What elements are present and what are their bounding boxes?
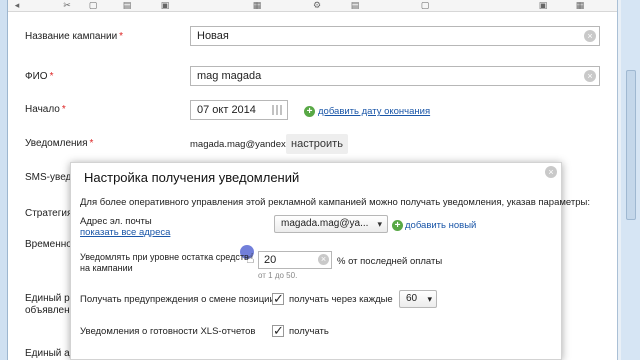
email-select-value: magada.mag@ya...: [281, 218, 369, 229]
window-right-edge: [617, 0, 621, 360]
popup-title: Настройка получения уведомлений: [84, 170, 300, 185]
toolbar-tool-icon[interactable]: ▣: [538, 0, 548, 10]
threshold-label-line2: на кампании: [80, 263, 133, 273]
start-label: Начало *: [25, 104, 66, 115]
start-date-value: 07 окт 2014: [197, 104, 256, 116]
cut-icon[interactable]: ✂: [62, 0, 72, 10]
popup-intro: Для более оперативного управления этой р…: [80, 197, 590, 208]
notification-email: magada.mag@yandex.ru: [190, 139, 297, 150]
notifications-label: Уведомления *: [25, 138, 94, 149]
chevron-down-icon: ▾: [427, 294, 432, 304]
clear-icon[interactable]: ×: [584, 70, 596, 82]
copy-icon[interactable]: ▢: [88, 0, 98, 10]
window-left-border: [0, 0, 8, 360]
required-marker: *: [119, 31, 124, 42]
toolbar-tool-icon[interactable]: ▣: [160, 0, 170, 10]
campaign-name-input[interactable]: Новая: [190, 26, 600, 46]
chevron-down-icon: ▾: [377, 219, 382, 229]
threshold-value: 20: [264, 254, 277, 266]
required-marker: *: [61, 104, 66, 115]
paste-icon[interactable]: ▤: [122, 0, 132, 10]
email-select[interactable]: magada.mag@ya... ▾: [274, 215, 388, 233]
position-interval-value: 60: [406, 293, 418, 304]
position-checkbox[interactable]: ✓: [272, 291, 284, 306]
plus-icon[interactable]: +: [392, 220, 403, 231]
position-warning-label: Получать предупреждения о смене позиции: [80, 294, 275, 305]
threshold-label: Уведомлять при уровне остатка средств: [80, 252, 249, 262]
add-end-date-link[interactable]: добавить дату окончания: [318, 106, 430, 117]
toolbar-tool-icon[interactable]: ▦: [575, 0, 585, 10]
close-icon[interactable]: ×: [545, 166, 557, 178]
required-marker: *: [49, 71, 54, 82]
clear-icon[interactable]: ×: [318, 254, 329, 265]
toolbar-tool-icon[interactable]: ▢: [420, 0, 430, 10]
xls-reports-label: Уведомления о готовности XLS-отчетов: [80, 326, 256, 337]
toolbar-tool-icon[interactable]: ▤: [350, 0, 360, 10]
xls-checkbox[interactable]: ✓: [272, 323, 284, 338]
calendar-icon[interactable]: [272, 105, 284, 115]
plus-icon[interactable]: +: [304, 106, 315, 117]
clear-icon[interactable]: ×: [584, 30, 596, 42]
fio-value: mag magada: [197, 70, 262, 82]
position-interval-select[interactable]: 60 ▾: [399, 290, 437, 308]
threshold-suffix: % от последней оплаты: [337, 256, 443, 267]
threshold-hint: от 1 до 50.: [258, 271, 298, 280]
xls-checkbox-label: получать: [289, 326, 329, 337]
add-new-email-link[interactable]: добавить новый: [405, 220, 476, 231]
toolbar-tool-icon[interactable]: ▦: [252, 0, 262, 10]
email-address-label: Адрес эл. почты: [80, 216, 152, 227]
required-marker: *: [89, 138, 94, 149]
checkmark-icon: ✓: [273, 323, 284, 338]
campaign-name-label: Название кампании *: [25, 31, 124, 42]
checkmark-icon: ✓: [273, 291, 284, 306]
campaign-name-value: Новая: [197, 30, 229, 42]
fio-label: ФИО *: [25, 71, 54, 82]
show-all-addresses-link[interactable]: показать все адреса: [80, 227, 170, 238]
position-checkbox-label: получать через каждые: [289, 294, 393, 305]
fio-input[interactable]: mag magada: [190, 66, 600, 86]
toolbar-tool-icon[interactable]: ⚙: [312, 0, 322, 10]
setup-notifications-button[interactable]: настроить: [286, 134, 348, 154]
back-icon[interactable]: ◂: [12, 0, 22, 10]
scrollbar-thumb[interactable]: [626, 70, 636, 220]
